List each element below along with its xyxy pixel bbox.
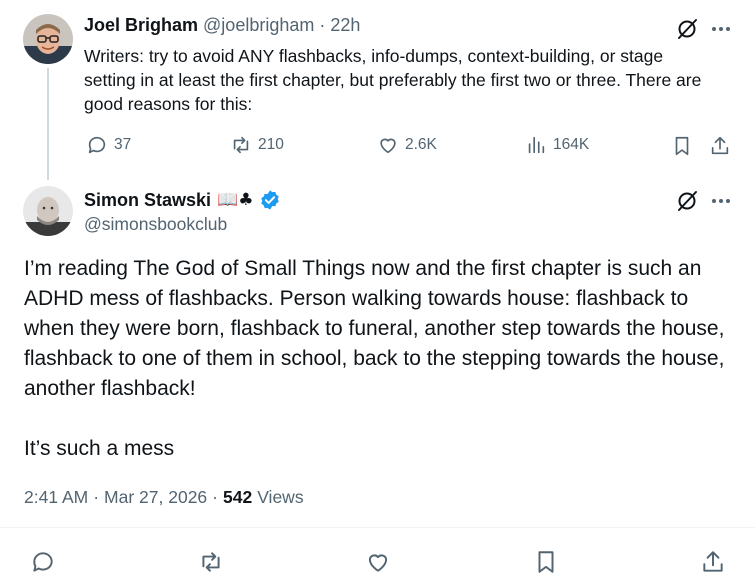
- divider: [0, 527, 755, 528]
- parent-share-button[interactable]: [708, 134, 732, 158]
- simon-avatar[interactable]: [23, 186, 73, 236]
- parent-like-count: 2.6K: [405, 136, 437, 153]
- main-name-emojis: 📖♣: [217, 190, 254, 210]
- parent-reply-button[interactable]: 37: [86, 134, 131, 156]
- bookmark-icon: [675, 136, 689, 156]
- main-post-header: Simon Stawski 📖♣: [84, 189, 281, 211]
- thread-line: [47, 68, 49, 180]
- main-like-button[interactable]: [364, 548, 392, 576]
- meta-separator: ·: [93, 487, 100, 507]
- verified-badge-icon: [261, 190, 280, 210]
- main-more-button[interactable]: [708, 188, 734, 214]
- parent-reply-count: 37: [114, 136, 132, 153]
- like-icon: [380, 138, 396, 154]
- more-icon: [712, 199, 730, 203]
- bookmark-icon: [538, 551, 554, 573]
- like-icon: [368, 554, 388, 572]
- header-separator: ·: [319, 15, 326, 35]
- post-time[interactable]: 2:41 AM: [24, 487, 88, 508]
- parent-post-text: Writers: try to avoid ANY flashbacks, in…: [84, 46, 702, 114]
- parent-author-name[interactable]: Joel Brigham: [84, 15, 198, 36]
- grok-icon: [678, 19, 697, 39]
- share-icon: [703, 551, 723, 572]
- parent-repost-count: 210: [258, 136, 284, 153]
- main-grok-button[interactable]: [674, 188, 700, 214]
- parent-bookmark-button[interactable]: [670, 134, 694, 158]
- joel-avatar[interactable]: [23, 14, 73, 64]
- parent-views-button[interactable]: 164K: [525, 134, 589, 156]
- main-reply-button[interactable]: [29, 548, 57, 576]
- parent-repost-button[interactable]: 210: [230, 134, 284, 156]
- views-label: Views: [257, 487, 304, 507]
- reply-icon: [33, 552, 53, 572]
- repost-icon: [202, 552, 220, 572]
- views-count: 542: [223, 487, 253, 507]
- parent-grok-button[interactable]: [674, 16, 700, 42]
- parent-author-handle[interactable]: @joelbrigham: [203, 15, 314, 36]
- main-repost-button[interactable]: [197, 548, 225, 576]
- main-post-paragraph-2: It’s such a mess: [24, 437, 175, 460]
- verified-badge[interactable]: [259, 189, 281, 211]
- views-icon: [528, 136, 545, 154]
- reply-icon: [88, 136, 106, 154]
- parent-views-count: 164K: [553, 136, 590, 153]
- grok-icon: [678, 191, 697, 211]
- share-icon: [711, 136, 729, 155]
- post-date[interactable]: Mar 27, 2026: [104, 487, 207, 508]
- main-bookmark-button[interactable]: [532, 548, 560, 576]
- parent-more-button[interactable]: [708, 16, 734, 42]
- main-share-button[interactable]: [699, 548, 727, 576]
- main-author-handle[interactable]: @simonsbookclub: [84, 214, 227, 235]
- more-icon: [712, 27, 730, 31]
- parent-post-header: Joel Brigham @joelbrigham · 22h: [84, 15, 360, 36]
- repost-icon: [233, 136, 249, 154]
- main-author-name[interactable]: Simon Stawski: [84, 190, 211, 211]
- parent-time-ago[interactable]: 22h: [330, 15, 360, 36]
- meta-separator: ·: [212, 487, 218, 507]
- post-meta: 2:41 AM · Mar 27, 2026 · 542 Views: [24, 487, 304, 508]
- main-post-paragraph-1: I’m reading The God of Small Things now …: [24, 257, 725, 400]
- parent-like-button[interactable]: 2.6K: [377, 134, 437, 156]
